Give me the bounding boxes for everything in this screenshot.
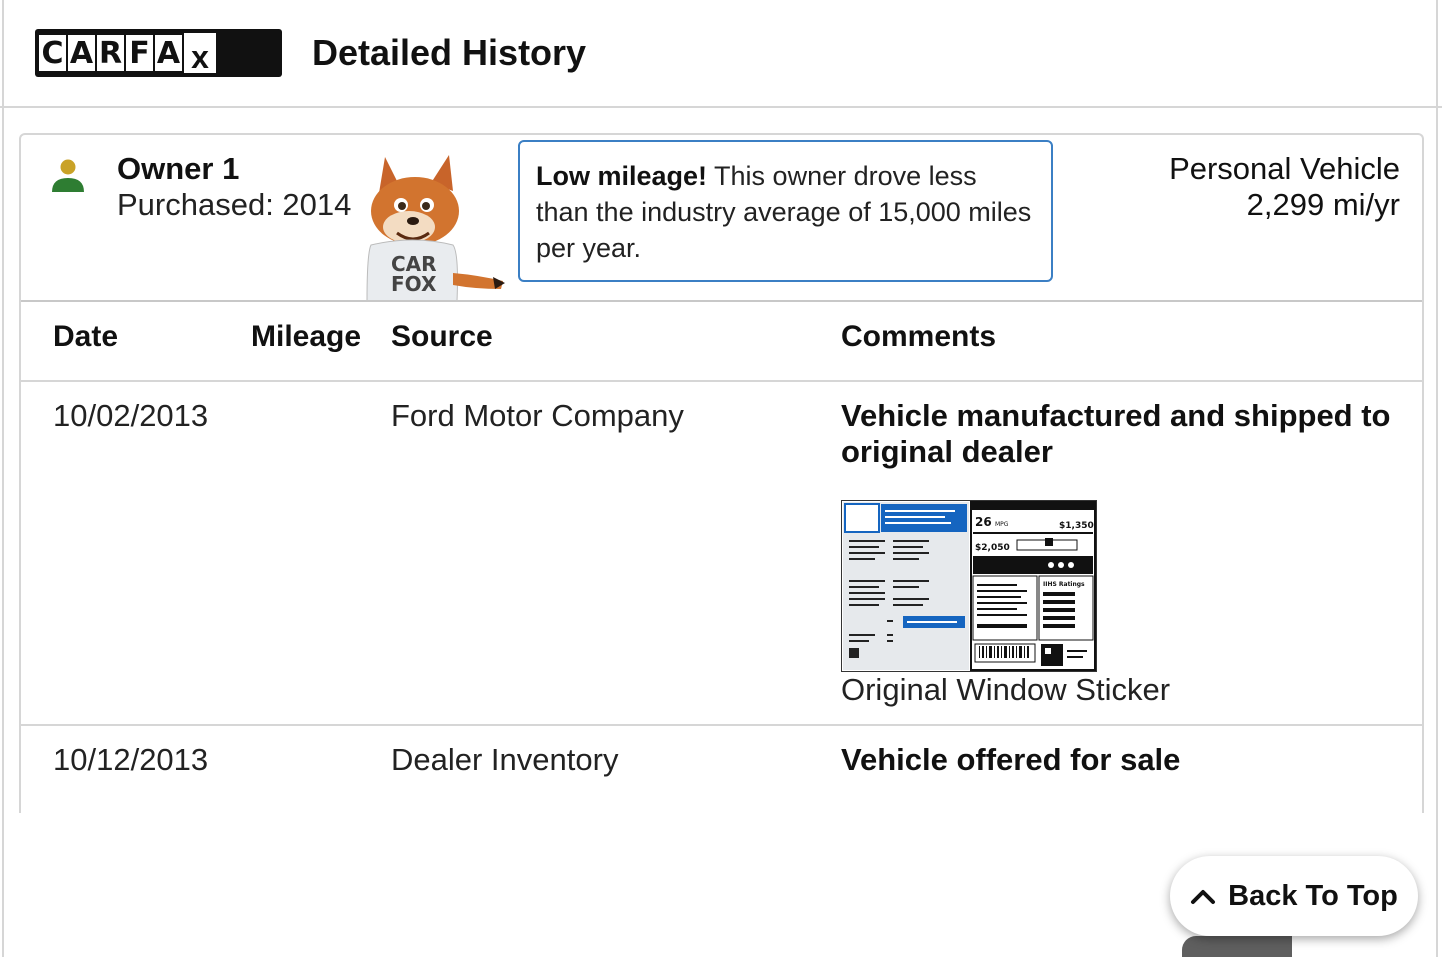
owner-history-card: Owner 1 Purchased: 2014 CAR FOX Low mile…	[19, 133, 1424, 813]
sticker-mpg: 26	[975, 515, 992, 529]
alert-heading: Low mileage!	[536, 161, 708, 191]
logo-letter: C	[39, 35, 66, 71]
sticker-cost: $2,050	[975, 543, 1010, 553]
logo-letter: A	[155, 35, 182, 71]
window-sticker-thumbnail[interactable]: 26 MPG $1,350 $2,050 IIHS Ratings	[841, 500, 1097, 672]
table-row: 10/02/2013 Ford Motor Company Vehicle ma…	[21, 382, 1422, 726]
row-comment: Vehicle offered for sale	[841, 742, 1181, 777]
back-to-top-label: Back To Top	[1228, 879, 1398, 912]
report-header: C A R F A x Detailed History	[0, 0, 1442, 108]
bottom-gray-tab	[1182, 936, 1292, 957]
sticker-ratings: IIHS Ratings	[1043, 581, 1085, 588]
sticker-mpg-unit: MPG	[995, 521, 1009, 528]
svg-text:FOX: FOX	[391, 272, 437, 296]
page-title: Detailed History	[312, 32, 587, 73]
owner-title: Owner 1	[117, 151, 240, 186]
row-date: 10/02/2013	[53, 398, 209, 433]
column-header-source: Source	[391, 320, 493, 353]
column-header-comments: Comments	[841, 320, 997, 353]
logo-letter: x	[184, 33, 216, 73]
back-to-top-button[interactable]: Back To Top	[1170, 856, 1418, 936]
owner-person-icon	[52, 159, 84, 192]
row-date: 10/12/2013	[53, 742, 209, 777]
row-source: Dealer Inventory	[391, 742, 619, 777]
logo-letter: R	[97, 35, 124, 71]
miles-per-year: 2,299 mi/yr	[1246, 187, 1400, 222]
vehicle-type: Personal Vehicle	[1169, 151, 1400, 186]
window-sticker-link[interactable]: Original Window Sticker	[841, 672, 1170, 708]
history-table-header: Date Mileage Source Comments	[21, 300, 1422, 382]
row-comment: Vehicle manufactured and shipped to orig…	[841, 398, 1391, 469]
column-header-mileage: Mileage	[251, 320, 362, 353]
column-header-date: Date	[53, 320, 119, 353]
table-row: 10/12/2013 Dealer Inventory Vehicle offe…	[21, 726, 1422, 813]
owner-purchase-date: Purchased: 2014	[117, 187, 352, 222]
carfox-mascot-image: CAR FOX	[366, 155, 505, 301]
sticker-save: $1,350	[1059, 521, 1094, 531]
logo-letter: A	[68, 35, 95, 71]
chevron-up-icon	[1191, 890, 1216, 904]
row-source: Ford Motor Company	[391, 398, 684, 433]
carfax-logo[interactable]: C A R F A x	[35, 29, 282, 77]
logo-letter: F	[126, 35, 153, 71]
low-mileage-alert: Low mileage! This owner drove less than …	[518, 140, 1053, 282]
